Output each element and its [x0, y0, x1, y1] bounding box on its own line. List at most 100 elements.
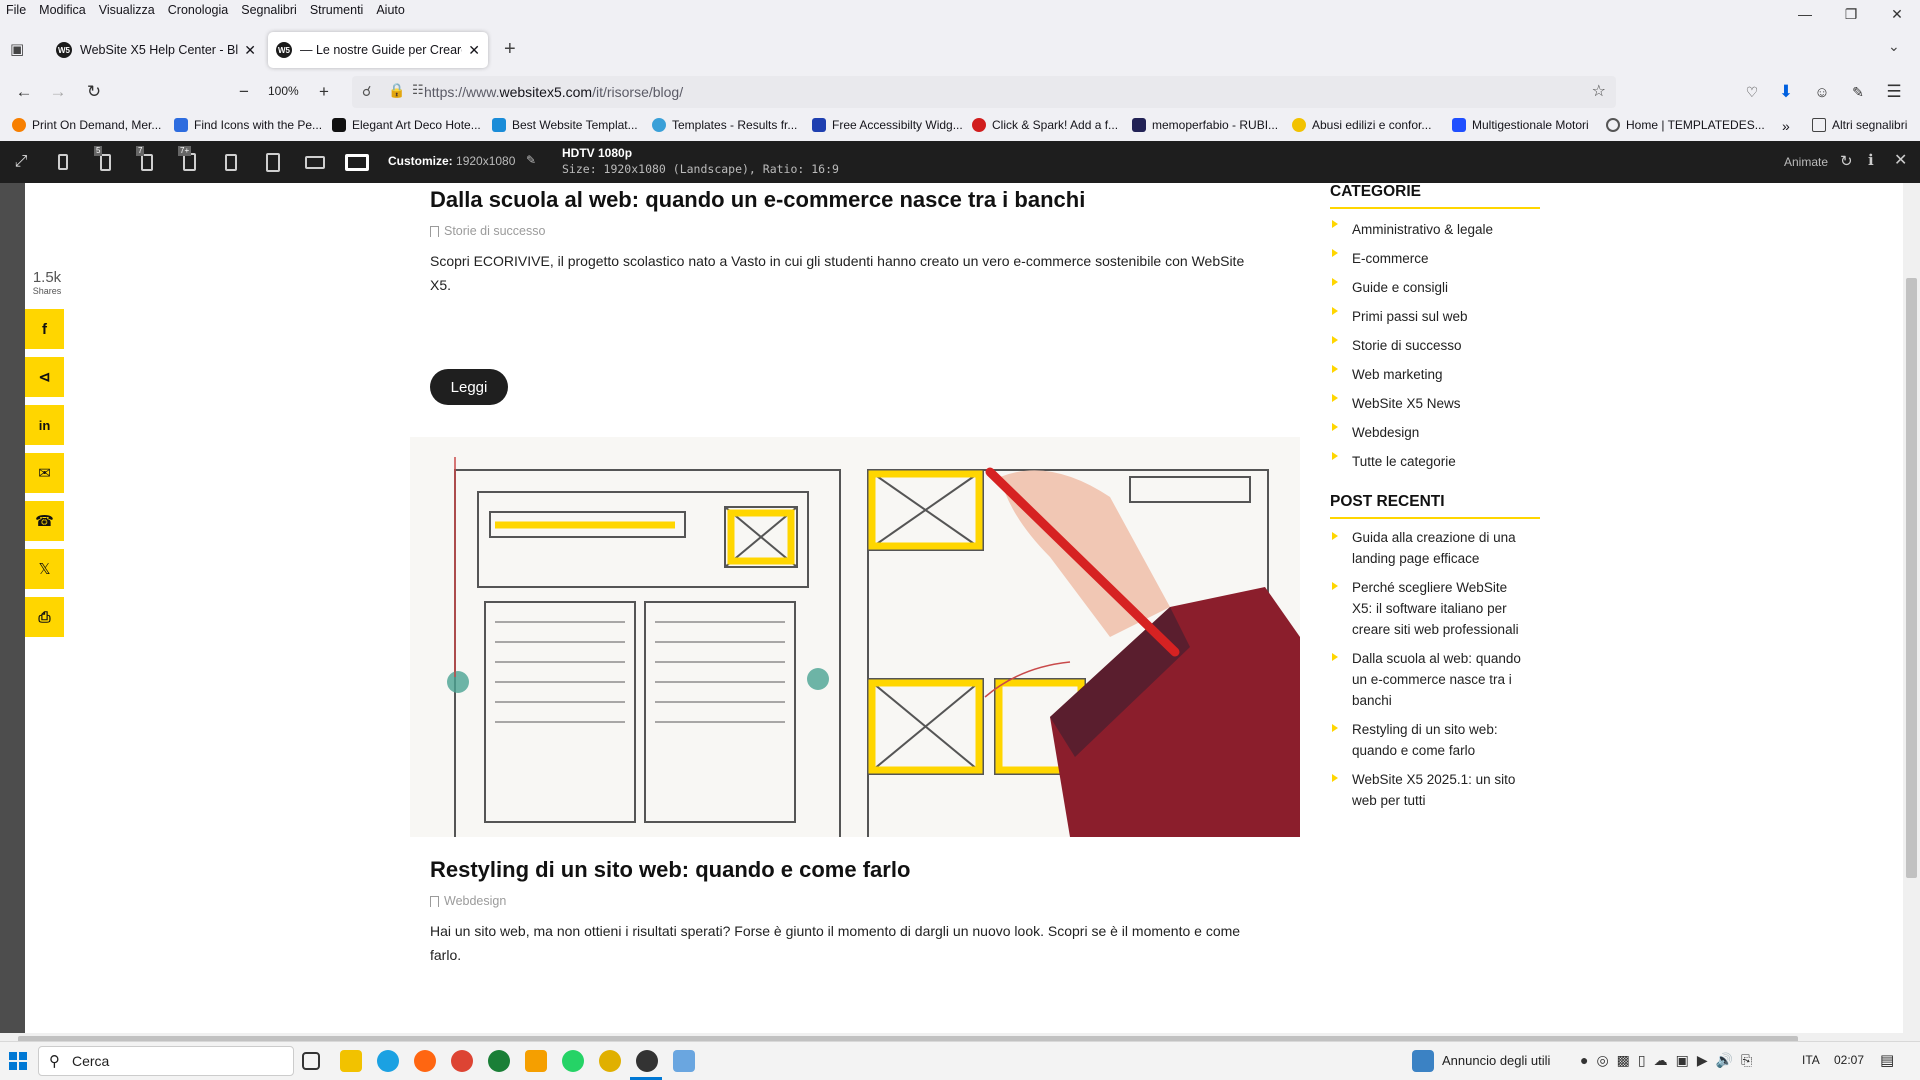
- category-link[interactable]: E-commerce: [1330, 244, 1530, 273]
- bookmark-item[interactable]: Best Website Templat...: [492, 118, 638, 132]
- category-link[interactable]: Primi passi sul web: [1330, 302, 1530, 331]
- language-indicator[interactable]: ITA: [1802, 1053, 1820, 1067]
- edge-icon[interactable]: [377, 1050, 399, 1072]
- device-phone-7[interactable]: 7: [134, 146, 160, 175]
- more-bookmarks-icon[interactable]: »: [1782, 118, 1790, 134]
- recent-post-link[interactable]: Restyling di un sito web: quando e come …: [1330, 719, 1530, 761]
- permissions-icon[interactable]: ☷: [412, 82, 424, 98]
- pocket-icon[interactable]: ♡: [1738, 78, 1766, 106]
- download-icon[interactable]: ⬇: [1772, 78, 1800, 106]
- tab-help-center[interactable]: W5 WebSite X5 Help Center - Blog ✕: [48, 32, 264, 68]
- minimize-icon[interactable]: —: [1782, 0, 1828, 28]
- chevron-down-icon[interactable]: ⌄: [1888, 38, 1900, 55]
- extensions-icon[interactable]: ✎: [1844, 78, 1872, 106]
- expand-icon[interactable]: ⤢: [8, 149, 34, 175]
- bookmark-item[interactable]: Find Icons with the Pe...: [174, 118, 322, 132]
- bookmark-item[interactable]: Free Accessibilty Widg...: [812, 118, 963, 132]
- shield-icon[interactable]: ☌: [362, 83, 371, 100]
- category-link[interactable]: Webdesign: [1330, 418, 1530, 447]
- websitex5-icon[interactable]: [636, 1050, 658, 1072]
- firefox-icon[interactable]: [414, 1050, 436, 1072]
- recent-post-link[interactable]: WebSite X5 2025.1: un sito web per tutti: [1330, 769, 1530, 811]
- post-category[interactable]: Webdesign: [430, 894, 506, 908]
- device-laptop[interactable]: [302, 149, 328, 175]
- post-title[interactable]: Restyling di un sito web: quando e come …: [430, 857, 910, 883]
- recent-post-link[interactable]: Dalla scuola al web: quando un e-commerc…: [1330, 648, 1530, 711]
- share-facebook-button[interactable]: f: [25, 309, 64, 349]
- other-bookmarks[interactable]: Altri segnalibri: [1812, 118, 1907, 132]
- zoom-out-icon[interactable]: −: [230, 78, 258, 106]
- bookmark-item[interactable]: Home | TEMPLATEDES...: [1606, 118, 1765, 132]
- device-desktop-active[interactable]: [342, 149, 372, 175]
- whatsapp-icon[interactable]: [562, 1050, 584, 1072]
- app-icon[interactable]: [599, 1050, 621, 1072]
- recent-post-link[interactable]: Guida alla creazione di una landing page…: [1330, 527, 1530, 569]
- notifications-icon[interactable]: ▤: [1880, 1051, 1894, 1069]
- url-bar[interactable]: ☌ 🔒 ☷ https://www.websitex5.com/it/risor…: [352, 76, 1616, 108]
- read-more-button[interactable]: Leggi: [430, 369, 508, 405]
- account-icon[interactable]: ☺: [1808, 78, 1836, 106]
- bookmark-item[interactable]: Print On Demand, Mer...: [12, 118, 161, 132]
- bookmark-item[interactable]: memoperfabio - RUBI...: [1132, 118, 1278, 132]
- bookmark-item[interactable]: Elegant Art Deco Hote...: [332, 118, 481, 132]
- task-view-icon[interactable]: [302, 1052, 320, 1070]
- customize-field[interactable]: Customize: 1920x1080: [388, 154, 515, 168]
- horizontal-scrollbar[interactable]: [0, 1033, 1920, 1041]
- close-icon[interactable]: ✕: [468, 42, 480, 59]
- bookmark-item[interactable]: Multigestionale Motori: [1452, 118, 1589, 132]
- zoom-in-icon[interactable]: +: [310, 78, 338, 106]
- chrome-icon[interactable]: [451, 1050, 473, 1072]
- share-linkedin-button[interactable]: in: [25, 405, 64, 445]
- rotate-icon[interactable]: ↻: [1840, 152, 1853, 170]
- back-icon[interactable]: ←: [10, 78, 38, 106]
- file-explorer-icon[interactable]: [340, 1050, 362, 1072]
- media-player-icon[interactable]: [525, 1050, 547, 1072]
- scrollbar-thumb[interactable]: [1906, 278, 1917, 878]
- url-text[interactable]: https://www.websitex5.com/it/risorse/blo…: [424, 84, 683, 100]
- news-label[interactable]: Annuncio degli utili: [1442, 1053, 1550, 1068]
- close-icon[interactable]: ✕: [1894, 150, 1907, 170]
- reload-icon[interactable]: ↻: [80, 78, 108, 106]
- device-tablet-small[interactable]: [218, 149, 244, 175]
- menu-file[interactable]: File: [6, 3, 26, 17]
- share-email-button[interactable]: ✉: [25, 453, 64, 493]
- windows-start-icon[interactable]: [8, 1051, 28, 1071]
- device-phone-5[interactable]: 5: [92, 146, 118, 175]
- bookmark-item[interactable]: Click & Spark! Add a f...: [972, 118, 1118, 132]
- vertical-scrollbar[interactable]: [1903, 183, 1920, 1033]
- category-link[interactable]: Storie di successo: [1330, 331, 1530, 360]
- animate-label[interactable]: Animate: [1784, 155, 1828, 169]
- taskbar-search[interactable]: ⚲ Cerca: [38, 1046, 294, 1076]
- news-icon[interactable]: [1412, 1050, 1434, 1072]
- recent-post-link[interactable]: Perché scegliere WebSite X5: il software…: [1330, 577, 1530, 640]
- share-x-button[interactable]: 𝕏: [25, 549, 64, 589]
- close-icon[interactable]: ✕: [244, 42, 256, 59]
- category-link[interactable]: Guide e consigli: [1330, 273, 1530, 302]
- category-link[interactable]: Web marketing: [1330, 360, 1530, 389]
- clock[interactable]: 02:07: [1834, 1053, 1864, 1067]
- menu-visualizza[interactable]: Visualizza: [99, 3, 155, 17]
- app-u-icon[interactable]: [488, 1050, 510, 1072]
- star-icon[interactable]: ☆: [1592, 81, 1606, 101]
- new-tab-icon[interactable]: +: [504, 38, 516, 61]
- device-phone-small[interactable]: [50, 149, 76, 175]
- tab-manager-icon[interactable]: ▣: [10, 40, 30, 60]
- close-window-icon[interactable]: ✕: [1874, 0, 1920, 28]
- lock-icon[interactable]: 🔒: [388, 82, 405, 99]
- system-tray-icons[interactable]: ●◎▩▯☁▣▶🔊⎘: [1580, 1052, 1760, 1069]
- bookmark-item[interactable]: Templates - Results fr...: [652, 118, 797, 132]
- menu-cronologia[interactable]: Cronologia: [168, 3, 228, 17]
- notepad-icon[interactable]: [673, 1050, 695, 1072]
- pencil-icon[interactable]: ✎: [526, 153, 536, 167]
- share-generic-button[interactable]: ⊲: [25, 357, 64, 397]
- menu-modifica[interactable]: Modifica: [39, 3, 86, 17]
- device-tablet[interactable]: [260, 149, 286, 175]
- menu-hamburger-icon[interactable]: ☰: [1880, 78, 1908, 106]
- post-title[interactable]: Dalla scuola al web: quando un e-commerc…: [430, 187, 1085, 213]
- category-link[interactable]: Tutte le categorie: [1330, 447, 1530, 476]
- tab-guide[interactable]: W5 — Le nostre Guide per Creare S ✕: [268, 32, 488, 68]
- share-print-button[interactable]: ⎙: [25, 597, 64, 637]
- menu-aiuto[interactable]: Aiuto: [376, 3, 405, 17]
- info-icon[interactable]: ℹ: [1868, 151, 1874, 169]
- restore-icon[interactable]: ❐: [1828, 0, 1874, 28]
